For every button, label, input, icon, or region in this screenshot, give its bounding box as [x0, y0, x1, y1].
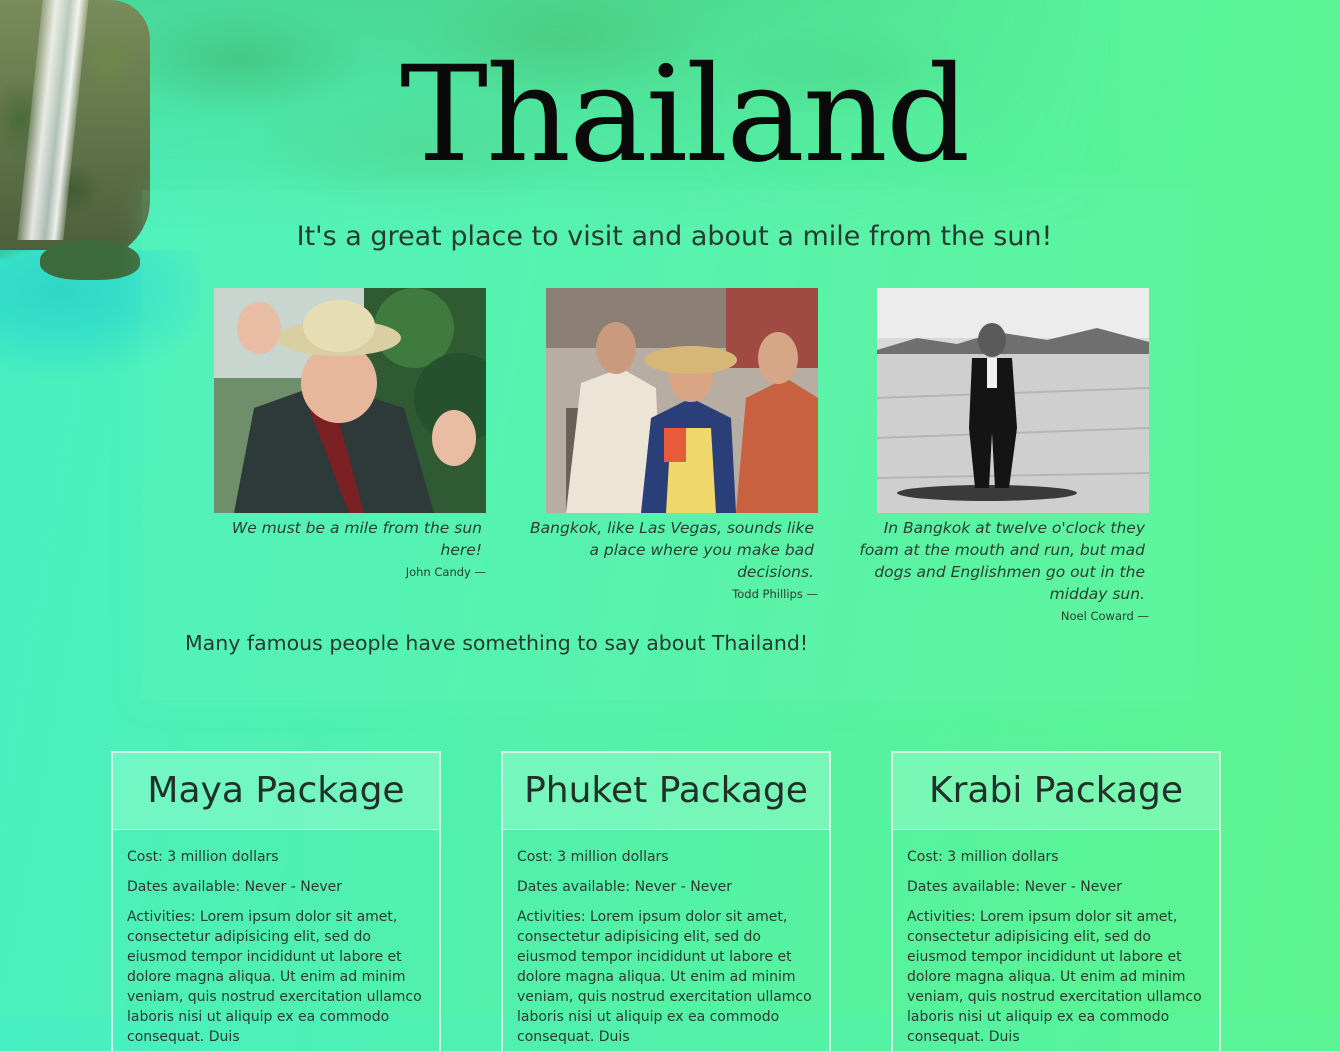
- package-cost: Cost: 3 million dollars: [907, 849, 1059, 865]
- package-header: Phuket Package: [503, 753, 829, 830]
- quote-author: Noel Coward —: [1060, 609, 1149, 623]
- package-title: Krabi Package: [929, 770, 1183, 811]
- package-details: Cost: 3 million dollars Dates available:…: [893, 830, 1219, 1047]
- package-card-krabi: Krabi Package Cost: 3 million dollars Da…: [891, 751, 1221, 1051]
- quote-card: In Bangkok at twelve o'clock they foam a…: [859, 288, 1149, 624]
- package-title: Phuket Package: [524, 770, 808, 811]
- photo-man-in-desert: [877, 288, 1149, 513]
- quote-text: In Bangkok at twelve o'clock they foam a…: [859, 519, 1145, 603]
- quote-card: Bangkok, like Las Vegas, sounds like a p…: [528, 288, 818, 602]
- package-activities: Activities: Lorem ipsum dolor sit amet, …: [517, 909, 812, 1045]
- package-details: Cost: 3 million dollars Dates available:…: [113, 830, 439, 1047]
- package-details: Cost: 3 million dollars Dates available:…: [503, 830, 829, 1047]
- package-dates: Dates available: Never - Never: [517, 879, 732, 895]
- quote-card: We must be a mile from the sun here! Joh…: [196, 288, 486, 580]
- quote-author: Todd Phillips —: [732, 587, 818, 601]
- photo-three-men-street: [546, 288, 818, 513]
- quote-text: Bangkok, like Las Vegas, sounds like a p…: [530, 519, 814, 581]
- package-activities: Activities: Lorem ipsum dolor sit amet, …: [127, 909, 422, 1045]
- package-activities: Activities: Lorem ipsum dolor sit amet, …: [907, 909, 1202, 1045]
- quote-text: We must be a mile from the sun here!: [231, 519, 482, 559]
- package-title: Maya Package: [147, 770, 405, 811]
- quote-author: John Candy —: [405, 565, 486, 579]
- package-dates: Dates available: Never - Never: [907, 879, 1122, 895]
- package-card-maya: Maya Package Cost: 3 million dollars Dat…: [111, 751, 441, 1051]
- page-title: Thailand: [400, 38, 970, 192]
- package-dates: Dates available: Never - Never: [127, 879, 342, 895]
- famous-people-note: Many famous people have something to say…: [185, 631, 809, 655]
- tagline: It's a great place to visit and about a …: [296, 221, 1053, 252]
- package-cost: Cost: 3 million dollars: [127, 849, 279, 865]
- package-card-phuket: Phuket Package Cost: 3 million dollars D…: [501, 751, 831, 1051]
- package-header: Krabi Package: [893, 753, 1219, 830]
- package-cost: Cost: 3 million dollars: [517, 849, 669, 865]
- photo-man-in-pith-helmet: [214, 288, 486, 513]
- package-header: Maya Package: [113, 753, 439, 830]
